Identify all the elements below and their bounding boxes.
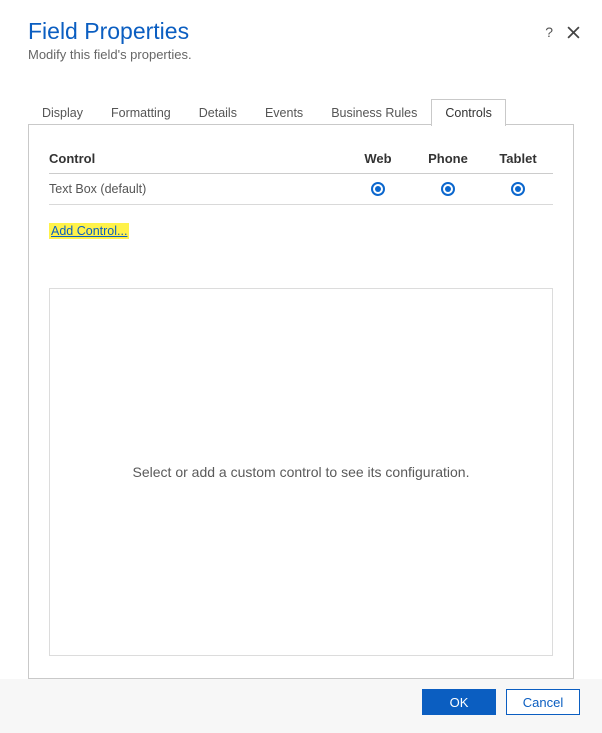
radio-phone[interactable]	[441, 182, 455, 196]
add-control-link[interactable]: Add Control...	[49, 223, 129, 239]
dialog-header: Field Properties Modify this field's pro…	[0, 0, 602, 72]
controls-tab-panel: Control Web Phone Tablet Text Box (defau…	[28, 125, 574, 679]
tab-business-rules[interactable]: Business Rules	[317, 99, 431, 126]
controls-table: Control Web Phone Tablet Text Box (defau…	[49, 145, 553, 205]
tab-events[interactable]: Events	[251, 99, 317, 126]
cancel-button[interactable]: Cancel	[506, 689, 580, 715]
field-properties-dialog: Field Properties Modify this field's pro…	[0, 0, 602, 733]
control-name-cell: Text Box (default)	[49, 182, 343, 196]
control-config-area: Select or add a custom control to see it…	[49, 288, 553, 656]
dialog-subtitle: Modify this field's properties.	[28, 47, 574, 62]
controls-table-header: Control Web Phone Tablet	[49, 145, 553, 174]
tabs-row: Display Formatting Details Events Busine…	[28, 98, 574, 125]
dialog-footer: OK Cancel	[0, 679, 602, 733]
radio-tablet[interactable]	[511, 182, 525, 196]
tab-display[interactable]: Display	[28, 99, 97, 126]
config-placeholder: Select or add a custom control to see it…	[133, 464, 470, 480]
tab-formatting[interactable]: Formatting	[97, 99, 185, 126]
header-actions: ?	[545, 24, 580, 40]
col-control-label: Control	[49, 151, 343, 166]
help-icon[interactable]: ?	[545, 24, 553, 40]
add-control-wrap: Add Control...	[49, 223, 553, 238]
close-icon[interactable]	[567, 26, 580, 39]
dialog-title: Field Properties	[28, 18, 574, 45]
tab-details[interactable]: Details	[185, 99, 251, 126]
tab-controls[interactable]: Controls	[431, 99, 506, 126]
table-row[interactable]: Text Box (default)	[49, 174, 553, 205]
col-web-label: Web	[343, 151, 413, 166]
col-phone-label: Phone	[413, 151, 483, 166]
ok-button[interactable]: OK	[422, 689, 496, 715]
dialog-body: Display Formatting Details Events Busine…	[0, 72, 602, 679]
radio-web[interactable]	[371, 182, 385, 196]
col-tablet-label: Tablet	[483, 151, 553, 166]
